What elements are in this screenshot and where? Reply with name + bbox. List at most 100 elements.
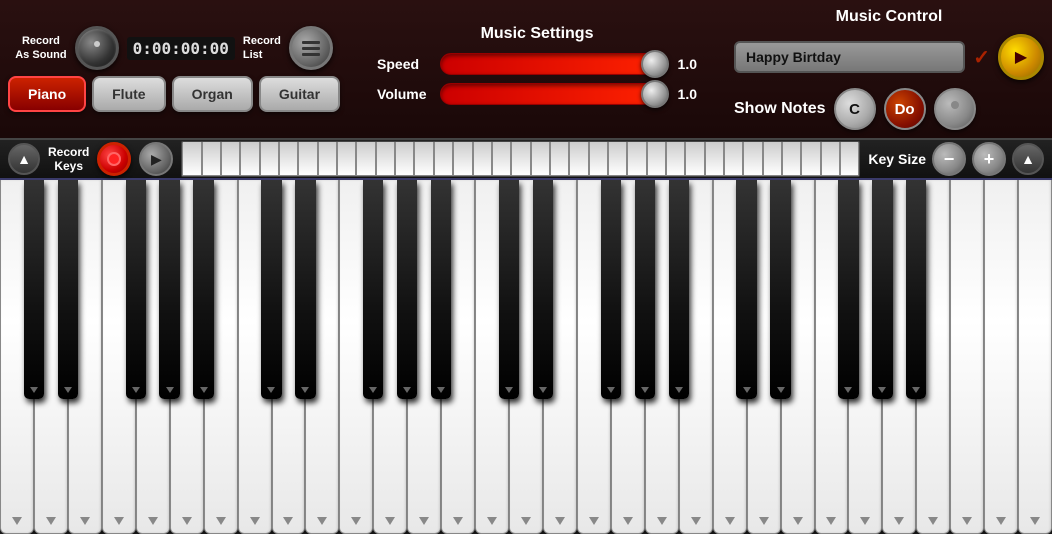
list-line-2 xyxy=(302,47,320,50)
black-key[interactable] xyxy=(431,180,451,399)
mini-piano-strip xyxy=(181,141,860,177)
record-button[interactable] xyxy=(97,142,131,176)
white-key-arrow-indicator xyxy=(216,517,226,525)
white-key-arrow-indicator xyxy=(691,517,701,525)
timer-display: 0:00:00:00 xyxy=(127,37,235,60)
speed-slider-thumb[interactable] xyxy=(641,50,669,78)
music-settings-section: Music Settings Speed 1.0 Volume 1.0 xyxy=(340,25,734,113)
white-key-arrow-indicator xyxy=(12,517,22,525)
black-key[interactable] xyxy=(295,180,315,399)
black-key[interactable] xyxy=(736,180,756,399)
volume-slider-row: Volume 1.0 xyxy=(377,83,697,105)
minus-icon: − xyxy=(944,149,955,170)
sliders-container: Speed 1.0 Volume 1.0 xyxy=(377,53,697,113)
volume-slider-track[interactable] xyxy=(440,83,664,105)
record-as-sound-knob[interactable] xyxy=(75,26,119,70)
black-key[interactable] xyxy=(838,180,858,399)
up-arrow-icon: ▲ xyxy=(17,151,31,167)
white-key-arrow-indicator xyxy=(80,517,90,525)
record-list-button[interactable] xyxy=(289,26,333,70)
organ-button[interactable]: Organ xyxy=(172,76,253,112)
show-notes-row: Show Notes C Do xyxy=(734,88,1044,130)
black-key-arrow-indicator xyxy=(437,387,445,393)
black-key[interactable] xyxy=(363,180,383,399)
white-key-arrow-indicator xyxy=(657,517,667,525)
black-key[interactable] xyxy=(397,180,417,399)
black-key-arrow-indicator xyxy=(505,387,513,393)
white-key-arrow-indicator xyxy=(996,517,1006,525)
key-up-arrow-icon: ▲ xyxy=(1021,151,1035,167)
black-key[interactable] xyxy=(872,180,892,399)
top-controls: Record As Sound 0:00:00:00 Record List xyxy=(15,26,333,70)
black-key[interactable] xyxy=(499,180,519,399)
speed-slider-track[interactable] xyxy=(440,53,664,75)
white-key[interactable] xyxy=(950,180,984,534)
key-size-increase-button[interactable]: + xyxy=(972,142,1006,176)
piano-keyboard xyxy=(0,180,1052,534)
key-size-section: Key Size − + ▲ xyxy=(868,142,1044,176)
play-small-icon: ▶ xyxy=(151,151,162,168)
black-key[interactable] xyxy=(601,180,621,399)
black-key-arrow-indicator xyxy=(166,387,174,393)
record-keys-label: Record Keys xyxy=(48,145,89,174)
black-key[interactable] xyxy=(159,180,179,399)
plus-icon: + xyxy=(984,149,995,170)
key-size-up-button[interactable]: ▲ xyxy=(1012,143,1044,175)
music-control-title: Music Control xyxy=(734,8,1044,26)
black-key[interactable] xyxy=(261,180,281,399)
black-key[interactable] xyxy=(635,180,655,399)
volume-slider-thumb[interactable] xyxy=(641,80,669,108)
black-key-arrow-indicator xyxy=(539,387,547,393)
piano-button[interactable]: Piano xyxy=(8,76,86,112)
black-key-arrow-indicator xyxy=(641,387,649,393)
white-key[interactable] xyxy=(984,180,1018,534)
guitar-button[interactable]: Guitar xyxy=(259,76,340,112)
black-key[interactable] xyxy=(533,180,553,399)
white-key[interactable] xyxy=(1018,180,1052,534)
note-c-button[interactable]: C xyxy=(834,88,876,130)
volume-value: 1.0 xyxy=(672,86,697,102)
song-dropdown[interactable]: Happy Birtday xyxy=(734,41,965,73)
black-key[interactable] xyxy=(24,180,44,399)
music-control-section: Music Control Happy Birtday ✓ ▶ Show Not… xyxy=(734,8,1044,130)
black-key-arrow-indicator xyxy=(912,387,920,393)
black-key[interactable] xyxy=(906,180,926,399)
key-size-label: Key Size xyxy=(868,151,926,167)
left-section: Record As Sound 0:00:00:00 Record List xyxy=(8,26,340,112)
record-list-group: Record List xyxy=(243,34,281,63)
flute-button[interactable]: Flute xyxy=(92,76,165,112)
up-arrow-button[interactable]: ▲ xyxy=(8,143,40,175)
black-key-arrow-indicator xyxy=(132,387,140,393)
white-key-arrow-indicator xyxy=(182,517,192,525)
record-as-sound-label: Record As Sound xyxy=(15,34,66,63)
black-key[interactable] xyxy=(193,180,213,399)
white-key-arrow-indicator xyxy=(385,517,395,525)
black-key-arrow-indicator xyxy=(64,387,72,393)
black-key[interactable] xyxy=(58,180,78,399)
key-size-decrease-button[interactable]: − xyxy=(932,142,966,176)
play-button[interactable]: ▶ xyxy=(139,142,173,176)
play-song-button[interactable]: ▶ xyxy=(998,34,1044,80)
show-notes-label: Show Notes xyxy=(734,100,826,118)
black-key-arrow-indicator xyxy=(607,387,615,393)
black-key[interactable] xyxy=(669,180,689,399)
white-key-arrow-indicator xyxy=(114,517,124,525)
white-key-arrow-indicator xyxy=(250,517,260,525)
white-key-arrow-indicator xyxy=(759,517,769,525)
notes-knob-indicator xyxy=(951,101,959,109)
note-do-button[interactable]: Do xyxy=(884,88,926,130)
notes-knob[interactable] xyxy=(934,88,976,130)
black-key[interactable] xyxy=(770,180,790,399)
black-key[interactable] xyxy=(126,180,146,399)
white-key-arrow-indicator xyxy=(453,517,463,525)
white-key-arrow-indicator xyxy=(725,517,735,525)
white-key-arrow-indicator xyxy=(555,517,565,525)
white-key-arrow-indicator xyxy=(860,517,870,525)
white-key-arrow-indicator xyxy=(894,517,904,525)
song-checkmark: ✓ xyxy=(973,45,990,70)
black-key-arrow-indicator xyxy=(403,387,411,393)
list-line-1 xyxy=(302,41,320,44)
black-key-arrow-indicator xyxy=(30,387,38,393)
piano-keys-container xyxy=(0,180,1052,534)
white-key-arrow-indicator xyxy=(487,517,497,525)
